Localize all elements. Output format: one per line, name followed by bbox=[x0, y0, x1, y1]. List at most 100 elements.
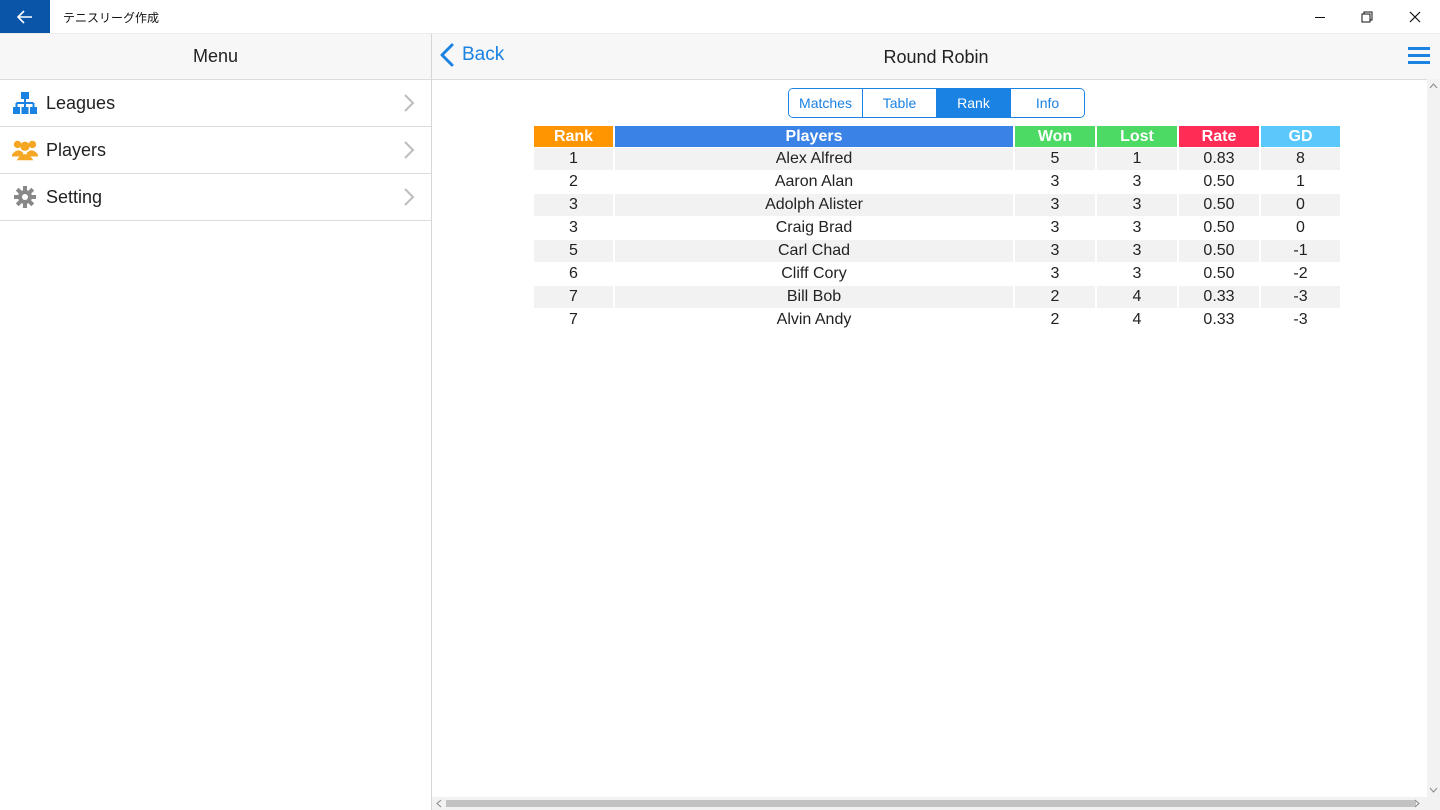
table-row[interactable]: 7 Alvin Andy 2 4 0.33 -3 bbox=[534, 309, 1340, 331]
sidebar: Menu Leagues Players Setting bbox=[0, 34, 432, 810]
main-header: Back Round Robin bbox=[432, 34, 1440, 80]
horizontal-scroll-thumb[interactable] bbox=[446, 800, 1416, 807]
cell-rank: 5 bbox=[534, 240, 613, 262]
column-header-lost: Lost bbox=[1097, 126, 1177, 147]
restore-icon bbox=[1361, 11, 1373, 22]
scroll-down-icon[interactable] bbox=[1427, 785, 1440, 795]
users-icon bbox=[12, 140, 38, 161]
scroll-right-icon[interactable] bbox=[1412, 797, 1422, 810]
restore-button[interactable] bbox=[1344, 0, 1390, 33]
vertical-scrollbar[interactable] bbox=[1427, 79, 1440, 797]
close-icon bbox=[1409, 11, 1421, 22]
close-button[interactable] bbox=[1392, 0, 1438, 33]
scroll-up-icon[interactable] bbox=[1427, 81, 1440, 91]
cell-gd: 1 bbox=[1296, 173, 1305, 190]
cell-player: Carl Chad bbox=[615, 240, 1013, 262]
cell-won: 3 bbox=[1050, 173, 1060, 190]
minimize-icon bbox=[1315, 16, 1325, 18]
rank-table: Rank Players Won Lost Rate GD 1 Alex Alf… bbox=[532, 125, 1342, 332]
hamburger-menu-icon[interactable] bbox=[1408, 47, 1430, 65]
scroll-left-icon[interactable] bbox=[434, 797, 444, 810]
cell-player: Alex Alfred bbox=[615, 148, 1013, 170]
cell-rate: 0.33 bbox=[1203, 311, 1235, 328]
cell-lost: 3 bbox=[1132, 173, 1142, 190]
tab-table[interactable]: Table bbox=[863, 89, 937, 117]
cell-gd: 0 bbox=[1261, 194, 1340, 216]
cell-player: Aaron Alan bbox=[774, 173, 854, 190]
cell-rank: 1 bbox=[534, 148, 613, 170]
cell-rank: 7 bbox=[569, 311, 578, 328]
sidebar-item-setting[interactable]: Setting bbox=[0, 174, 431, 221]
cell-gd: -3 bbox=[1261, 286, 1340, 308]
cell-lost: 3 bbox=[1097, 194, 1177, 216]
table-row[interactable]: 7 Bill Bob 2 4 0.33 -3 bbox=[534, 286, 1340, 308]
cell-rate: 0.83 bbox=[1179, 148, 1259, 170]
cell-lost: 4 bbox=[1132, 311, 1142, 328]
table-row[interactable]: 6 Cliff Cory 3 3 0.50 -2 bbox=[534, 263, 1340, 285]
table-row[interactable]: 3 Adolph Alister 3 3 0.50 0 bbox=[534, 194, 1340, 216]
cell-rate: 0.50 bbox=[1179, 240, 1259, 262]
cell-gd: -3 bbox=[1293, 311, 1308, 328]
cell-player: Craig Brad bbox=[775, 219, 853, 236]
chevron-right-icon bbox=[404, 188, 415, 206]
horizontal-scrollbar[interactable] bbox=[432, 797, 1440, 810]
cell-gd: 0 bbox=[1296, 219, 1305, 236]
cell-rank: 3 bbox=[569, 219, 578, 236]
cell-player: Bill Bob bbox=[615, 286, 1013, 308]
chevron-right-icon bbox=[404, 141, 415, 159]
window-title: テニスリーグ作成 bbox=[63, 11, 160, 25]
gear-icon bbox=[14, 186, 36, 208]
cell-won: 3 bbox=[1050, 219, 1060, 236]
cell-lost: 3 bbox=[1132, 219, 1142, 236]
sidebar-item-leagues[interactable]: Leagues bbox=[0, 80, 431, 127]
table-row[interactable]: 3 Craig Brad 3 3 0.50 0 bbox=[534, 217, 1340, 239]
tab-info[interactable]: Info bbox=[1011, 89, 1084, 117]
cell-rank: 7 bbox=[534, 286, 613, 308]
cell-rate: 0.33 bbox=[1179, 286, 1259, 308]
cell-player: Cliff Cory bbox=[781, 265, 847, 282]
cell-rank: 3 bbox=[534, 194, 613, 216]
page-title: Round Robin bbox=[883, 47, 989, 67]
table-row[interactable]: 2 Aaron Alan 3 3 0.50 1 bbox=[534, 171, 1340, 193]
cell-won: 3 bbox=[1015, 240, 1095, 262]
arrow-left-icon bbox=[17, 9, 32, 24]
column-header-rank: Rank bbox=[534, 126, 613, 147]
cell-rate: 0.50 bbox=[1179, 194, 1259, 216]
cell-gd: -2 bbox=[1293, 265, 1308, 282]
cell-rate: 0.50 bbox=[1203, 219, 1235, 236]
column-header-won: Won bbox=[1015, 126, 1095, 147]
cell-lost: 3 bbox=[1132, 265, 1142, 282]
table-row[interactable]: 1 Alex Alfred 5 1 0.83 8 bbox=[534, 148, 1340, 170]
tab-matches[interactable]: Matches bbox=[789, 89, 863, 117]
cell-won: 2 bbox=[1050, 311, 1060, 328]
chevron-right-icon bbox=[404, 94, 415, 112]
cell-lost: 3 bbox=[1097, 240, 1177, 262]
title-bar: テニスリーグ作成 bbox=[0, 0, 1440, 34]
minimize-button[interactable] bbox=[1297, 0, 1343, 33]
cell-rank: 2 bbox=[569, 173, 578, 190]
sidebar-item-label: Players bbox=[46, 139, 107, 160]
rank-table-header: Rank Players Won Lost Rate GD bbox=[534, 126, 1340, 147]
cell-player: Adolph Alister bbox=[615, 194, 1013, 216]
column-header-players: Players bbox=[615, 126, 1013, 147]
tab-rank[interactable]: Rank bbox=[937, 89, 1011, 117]
cell-rank: 6 bbox=[569, 265, 578, 282]
sitemap-icon bbox=[13, 92, 37, 114]
table-row[interactable]: 5 Carl Chad 3 3 0.50 -1 bbox=[534, 240, 1340, 262]
window-back-button[interactable] bbox=[0, 0, 50, 33]
cell-won: 3 bbox=[1050, 265, 1060, 282]
cell-won: 5 bbox=[1015, 148, 1095, 170]
cell-lost: 4 bbox=[1097, 286, 1177, 308]
main-panel: Back Round Robin Matches Table Rank Info… bbox=[432, 34, 1440, 810]
cell-rate: 0.50 bbox=[1203, 265, 1235, 282]
cell-gd: 8 bbox=[1261, 148, 1340, 170]
column-header-rate: Rate bbox=[1179, 126, 1259, 147]
cell-lost: 1 bbox=[1097, 148, 1177, 170]
sidebar-item-label: Leagues bbox=[46, 92, 116, 113]
column-header-gd: GD bbox=[1261, 126, 1340, 147]
sidebar-header: Menu bbox=[0, 34, 431, 80]
cell-gd: -1 bbox=[1261, 240, 1340, 262]
cell-player: Alvin Andy bbox=[776, 311, 852, 328]
cell-won: 3 bbox=[1015, 194, 1095, 216]
sidebar-item-players[interactable]: Players bbox=[0, 127, 431, 174]
